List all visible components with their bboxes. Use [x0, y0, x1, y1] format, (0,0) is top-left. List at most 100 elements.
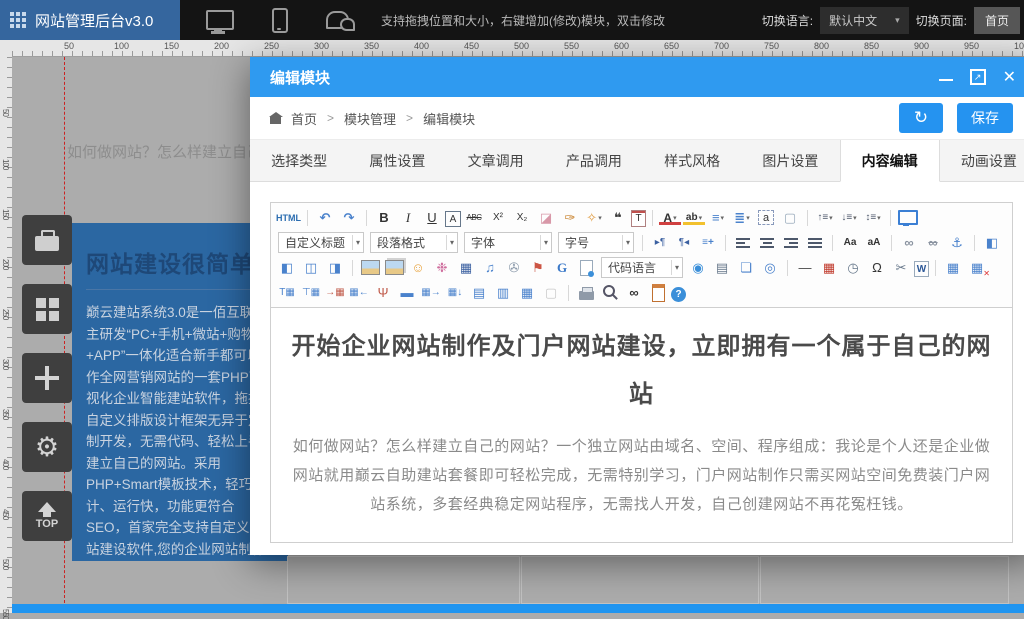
bold[interactable]: B [373, 207, 395, 228]
remote-image[interactable]: ◎ [759, 257, 781, 278]
align-justify[interactable] [804, 232, 826, 253]
delete-col[interactable]: ▦← [348, 282, 370, 303]
undo[interactable]: ↶ [314, 207, 336, 228]
tab-选择类型[interactable]: 选择类型 [250, 140, 348, 181]
maximize-button[interactable]: ↗ [970, 69, 986, 85]
strikethrough[interactable]: ABC [463, 207, 485, 228]
unlink[interactable]: ∞ [922, 232, 944, 253]
code-language-select[interactable]: 代码语言▾ [601, 257, 683, 278]
disabled-doc[interactable]: ▢ [540, 282, 562, 303]
font-size-select[interactable]: 字号▾ [558, 232, 634, 253]
to-uppercase[interactable]: Aa [839, 232, 861, 253]
breadcrumb-item[interactable]: 编辑模块 [423, 109, 475, 128]
insert-frame-doc[interactable] [575, 257, 597, 278]
refresh-button[interactable]: ↻ [899, 103, 943, 133]
print[interactable] [575, 282, 597, 303]
insert-link[interactable]: ∞ [898, 232, 920, 253]
screenshot[interactable]: ✂ [890, 257, 912, 278]
paste[interactable] [647, 282, 669, 303]
toolbox-button[interactable] [22, 215, 72, 265]
image-wrap-none[interactable]: ◧ [981, 232, 1003, 253]
image-float-right[interactable]: ◨ [324, 257, 346, 278]
image-float-center[interactable]: ◫ [300, 257, 322, 278]
ordered-list[interactable]: ≡▾ [707, 207, 729, 228]
help[interactable]: ? [671, 287, 686, 302]
background-color[interactable]: ab▾ [683, 207, 705, 228]
desktop-preview-icon[interactable] [206, 10, 234, 30]
remove-format[interactable]: ◪ [535, 207, 557, 228]
merge-cells[interactable]: ▬ [396, 282, 418, 303]
word-image[interactable]: W [914, 261, 929, 277]
add-module-button[interactable] [22, 353, 72, 403]
split-to-cols[interactable]: ▥ [492, 282, 514, 303]
fullscreen-preview[interactable] [897, 207, 919, 228]
redo[interactable]: ↷ [338, 207, 360, 228]
split-to-rows[interactable]: ▤ [468, 282, 490, 303]
minimize-button[interactable] [939, 79, 953, 81]
delete-table[interactable]: ▦ [966, 257, 988, 278]
align-center[interactable] [756, 232, 778, 253]
preview[interactable] [599, 282, 621, 303]
page-break[interactable]: ▤ [711, 257, 733, 278]
subscript[interactable]: X₂ [511, 207, 533, 228]
module-placeholder[interactable] [521, 556, 759, 604]
settings-button[interactable]: ⚙ [22, 422, 72, 472]
tab-内容编辑[interactable]: 内容编辑 [840, 140, 940, 182]
table-title-row[interactable]: ⊤▦ [300, 282, 322, 303]
tab-样式风格[interactable]: 样式风格 [643, 140, 741, 181]
chat-icon[interactable] [326, 11, 349, 29]
insert-image[interactable] [359, 257, 381, 278]
delete-row[interactable]: →▦ [324, 282, 346, 303]
insert-date[interactable]: ▦ [818, 257, 840, 278]
breadcrumb-item[interactable]: 模块管理 [344, 109, 396, 128]
editor-content-area[interactable]: 开始企业网站制作及门户网站建设，立即拥有一个属于自己的网站 如何做网站？怎么样建… [271, 308, 1012, 543]
module-placeholder[interactable] [760, 556, 1009, 604]
auto-typeset[interactable]: ✧▾ [583, 207, 605, 228]
source-code[interactable]: HTML [276, 207, 301, 228]
attachment[interactable]: ✇ [503, 257, 525, 278]
tab-动画设置[interactable]: 动画设置 [940, 140, 1024, 181]
paragraph-format-select[interactable]: 段落格式▾ [370, 232, 458, 253]
paste-as-text[interactable]: T [631, 210, 646, 227]
format-brush[interactable]: ✑ [559, 207, 581, 228]
line-height[interactable]: ↕≡▾ [862, 207, 884, 228]
footer-module[interactable] [12, 604, 1024, 613]
paragraph-space-before[interactable]: ↑≡▾ [814, 207, 836, 228]
close-icon[interactable]: ✕ [1003, 67, 1016, 87]
page-select[interactable]: 首页 [974, 7, 1020, 34]
merge-down[interactable]: ▦↓ [444, 282, 466, 303]
table-sort[interactable]: ▦ [516, 282, 538, 303]
font-color[interactable]: A▾ [659, 207, 681, 228]
custom-title-select[interactable]: 自定义标题▾ [278, 232, 364, 253]
insert-code[interactable]: ◉ [687, 257, 709, 278]
font-family-select[interactable]: 字体▾ [464, 232, 552, 253]
insert-table[interactable]: ▦ [942, 257, 964, 278]
breadcrumb-item[interactable]: 首页 [291, 109, 317, 128]
mobile-preview-icon[interactable] [272, 8, 288, 33]
dialog-header[interactable]: 编辑模块 ↗ ✕ [250, 57, 1024, 97]
language-select[interactable]: 默认中文 ▾ [820, 7, 909, 34]
merge-right[interactable]: ▦→ [420, 282, 442, 303]
insert-video[interactable]: ▦ [455, 257, 477, 278]
to-lowercase[interactable]: aA [863, 232, 885, 253]
insert-iframe[interactable]: ❏ [735, 257, 757, 278]
align-left[interactable] [732, 232, 754, 253]
underline[interactable]: U [421, 207, 443, 228]
tab-图片设置[interactable]: 图片设置 [741, 140, 839, 181]
tab-产品调用[interactable]: 产品调用 [545, 140, 643, 181]
blockquote[interactable]: ❝ [607, 207, 629, 228]
table-caption[interactable]: T▦ [276, 282, 298, 303]
insert-music[interactable]: ♫ [479, 257, 501, 278]
save-button[interactable]: 保存 [957, 103, 1013, 133]
horizontal-rule[interactable]: — [794, 257, 816, 278]
clear-doc[interactable]: ▢ [779, 207, 801, 228]
select-all[interactable]: a [755, 207, 777, 228]
split-cells[interactable]: Ψ [372, 282, 394, 303]
multi-image-upload[interactable] [383, 257, 405, 278]
module-placeholder[interactable] [287, 556, 520, 604]
ltr-paragraph[interactable]: ▸¶ [649, 232, 671, 253]
font-border[interactable]: A [445, 211, 461, 227]
insert-map[interactable]: ⚑ [527, 257, 549, 278]
scrawl[interactable]: ❉ [431, 257, 453, 278]
align-right[interactable] [780, 232, 802, 253]
